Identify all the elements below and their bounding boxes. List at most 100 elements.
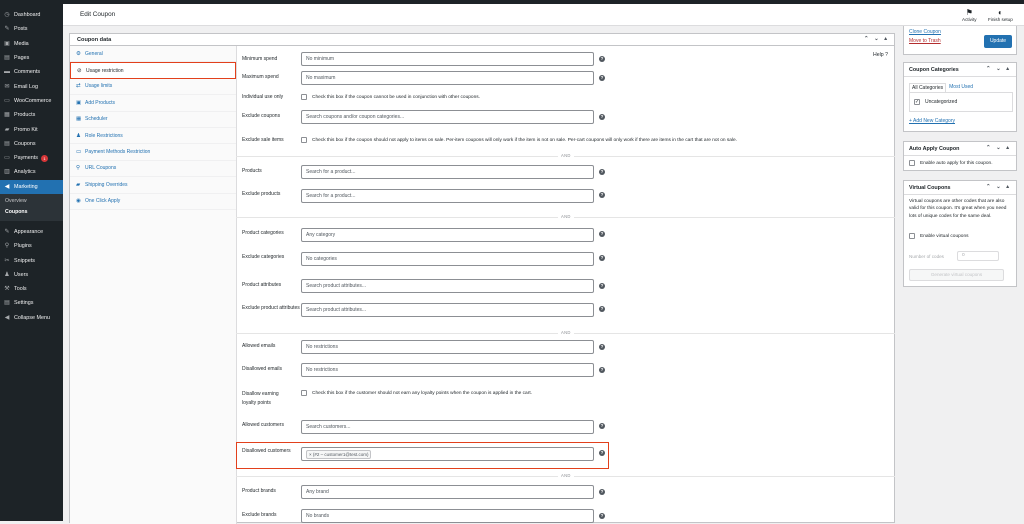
disallow-loyalty-label-2: loyalty points bbox=[242, 400, 271, 406]
sidebar-item-posts[interactable]: ✎ Posts bbox=[0, 22, 63, 36]
help-tip-icon[interactable]: ? bbox=[599, 114, 605, 120]
tab-usage-limits[interactable]: ⇄ Usage limits bbox=[70, 79, 236, 96]
sidebar-item-coupons[interactable]: ▤ Coupons bbox=[0, 137, 63, 151]
finish-setup-button[interactable]: ◐ Finish setup bbox=[988, 8, 1013, 22]
and-separator: AND bbox=[558, 153, 574, 158]
sidebar-item-pages[interactable]: ▤ Pages bbox=[0, 51, 63, 65]
exclude-products-input[interactable]: Search for a product... bbox=[301, 189, 594, 203]
help-tip-icon[interactable]: ? bbox=[599, 283, 605, 289]
generate-virtual-button[interactable]: Generate virtual coupons bbox=[909, 269, 1004, 281]
sidebar-item-plugins[interactable]: ⚲ Plugins bbox=[0, 239, 63, 253]
sidebar-item-marketing[interactable]: ◀ Marketing bbox=[0, 179, 63, 194]
clone-coupon-link[interactable]: Clone Coupon bbox=[909, 29, 941, 35]
and-separator: AND bbox=[558, 214, 574, 219]
sidebar-item-tools[interactable]: ⚒ Tools bbox=[0, 282, 63, 296]
number-of-codes-input[interactable]: 0 bbox=[957, 251, 999, 261]
category-checkbox[interactable]: ✓ bbox=[914, 99, 920, 105]
sidebar-item-users[interactable]: ♟ Users bbox=[0, 268, 63, 282]
sidebar-item-collapse-menu[interactable]: ◀ Collapse Menu bbox=[0, 311, 63, 325]
exclude-coupons-input[interactable]: Search coupons and/or coupon categories.… bbox=[301, 110, 594, 124]
sidebar-item-woocommerce[interactable]: ▭ WooCommerce bbox=[0, 94, 63, 108]
auto-apply-row: Enable auto apply for this coupon. bbox=[909, 160, 993, 166]
tab-scheduler[interactable]: ▦ Scheduler bbox=[70, 112, 236, 128]
tab-most-used[interactable]: Most Used bbox=[946, 83, 976, 92]
product-categories-input[interactable]: Any category bbox=[301, 228, 594, 242]
help-tip-icon[interactable]: ? bbox=[599, 450, 605, 456]
tab-url-coupons[interactable]: ⚲ URL Coupons bbox=[70, 161, 236, 178]
sidebar-item-label: Media bbox=[14, 40, 29, 47]
sidebar-item-products[interactable]: ▦ Products bbox=[0, 108, 63, 122]
box-arrows[interactable]: ⌃ ⌄ ▴ bbox=[986, 145, 1011, 151]
submenu-coupons[interactable]: Coupons bbox=[0, 207, 63, 218]
help-tip-icon[interactable]: ? bbox=[599, 192, 605, 198]
customer-chip[interactable]: × (#2 – customer1@test.com) bbox=[306, 450, 372, 459]
add-category-link[interactable]: + Add New Category bbox=[909, 118, 955, 124]
sidebar-item-dashboard[interactable]: ◷ Dashboard bbox=[0, 8, 63, 22]
move-to-trash-link[interactable]: Move to Trash bbox=[909, 38, 941, 44]
tab-payment-methods-restriction[interactable]: ▭ Payment Methods Restriction bbox=[70, 144, 236, 161]
disallowed-emails-input[interactable]: No restrictions bbox=[301, 363, 594, 377]
tab-label: Scheduler bbox=[85, 116, 108, 123]
sidebar-item-appearance[interactable]: ✎ Appearance bbox=[0, 225, 63, 239]
products-input[interactable]: Search for a product... bbox=[301, 165, 594, 179]
help-tip-icon[interactable]: ? bbox=[599, 423, 605, 429]
sidebar-item-promo-kit[interactable]: ▰ Promo Kit bbox=[0, 122, 63, 136]
help-tip-icon[interactable]: ? bbox=[599, 231, 605, 237]
tab-general[interactable]: ⚙ General bbox=[70, 46, 236, 63]
sidebar-item-analytics[interactable]: ▥ Analytics bbox=[0, 165, 63, 179]
tab-usage-restriction[interactable]: ⊘ Usage restriction bbox=[70, 62, 236, 79]
help-tip-icon[interactable]: ? bbox=[599, 255, 605, 261]
allowed-emails-input[interactable]: No restrictions bbox=[301, 340, 594, 354]
product-attributes-input[interactable]: Search product attributes... bbox=[301, 279, 594, 293]
individual-use-checkbox[interactable] bbox=[301, 94, 307, 100]
help-tip-icon[interactable]: ? bbox=[599, 75, 605, 81]
tab-add-products[interactable]: ▣ Add Products bbox=[70, 95, 236, 112]
exclude-attributes-input[interactable]: Search product attributes... bbox=[301, 303, 594, 317]
maximum-spend-input[interactable]: No maximum bbox=[301, 71, 594, 85]
enable-virtual-checkbox[interactable] bbox=[909, 233, 915, 239]
sidebar-item-settings[interactable]: ▤ Settings bbox=[0, 296, 63, 310]
update-button[interactable]: Update bbox=[984, 35, 1012, 48]
allowed-emails-label: Allowed emails bbox=[242, 343, 276, 349]
collapse-icon: ◀ bbox=[4, 314, 10, 321]
help-tip-icon[interactable]: ? bbox=[599, 367, 605, 373]
sidebar-item-label: Payments bbox=[14, 155, 38, 162]
help-tip-icon[interactable]: ? bbox=[599, 169, 605, 175]
box-arrows[interactable]: ⌃ ⌄ ▴ bbox=[986, 184, 1011, 190]
help-tip-icon[interactable]: ? bbox=[599, 513, 605, 519]
disallow-loyalty-checkbox[interactable] bbox=[301, 390, 307, 396]
finish-setup-label: Finish setup bbox=[988, 17, 1013, 22]
submenu-overview[interactable]: Overview bbox=[0, 196, 63, 207]
tab-icon: ▦ bbox=[76, 116, 82, 123]
help-tip-icon[interactable]: ? bbox=[599, 306, 605, 312]
box-arrows[interactable]: ⌃ ⌄ ▴ bbox=[986, 66, 1011, 72]
tab-one-click-apply[interactable]: ◉ One Click Apply bbox=[70, 194, 236, 210]
tab-role-restrictions[interactable]: ♟ Role Restrictions bbox=[70, 128, 236, 145]
sidebar-item-comments[interactable]: ▬ Comments bbox=[0, 65, 63, 79]
panel-arrows[interactable]: ⌃ ⌄ ▴ bbox=[864, 36, 889, 42]
help-link[interactable]: Help ? bbox=[873, 52, 888, 58]
minimum-spend-input[interactable]: No minimum bbox=[301, 52, 594, 66]
sidebar-item-snippets[interactable]: ✂ Snippets bbox=[0, 253, 63, 267]
exclude-categories-input[interactable]: No categories bbox=[301, 252, 594, 266]
virtual-coupons-description: Virtual coupons are other codes that are… bbox=[909, 199, 1007, 219]
exclude-sale-checkbox[interactable] bbox=[301, 137, 307, 143]
product-brands-input[interactable]: Any brand bbox=[301, 485, 594, 499]
help-tip-icon[interactable]: ? bbox=[599, 56, 605, 62]
tab-shipping-overrides[interactable]: ▰ Shipping Overrides bbox=[70, 177, 236, 194]
help-tip-icon[interactable]: ? bbox=[599, 344, 605, 350]
sidebar-item-payments[interactable]: ▭ Payments 1 bbox=[0, 151, 63, 165]
tab-label: Role Restrictions bbox=[85, 132, 123, 139]
disallowed-customers-input[interactable]: × (#2 – customer1@test.com) bbox=[301, 447, 594, 461]
page-title: Edit Coupon bbox=[80, 11, 116, 18]
sidebar-item-media[interactable]: ▣ Media bbox=[0, 37, 63, 51]
disallow-loyalty-label-1: Disallow earning bbox=[242, 391, 279, 397]
help-tip-icon[interactable]: ? bbox=[599, 489, 605, 495]
allowed-customers-input[interactable]: Search customers... bbox=[301, 420, 594, 434]
activity-button[interactable]: ⚑ Activity bbox=[962, 8, 977, 22]
coupon-data-title: Coupon data bbox=[77, 36, 112, 43]
tab-all-categories[interactable]: All Categories bbox=[909, 83, 947, 92]
sidebar-item-email-log[interactable]: ✉ Email Log bbox=[0, 79, 63, 93]
tab-icon: ▣ bbox=[76, 99, 82, 106]
auto-apply-checkbox[interactable] bbox=[909, 160, 915, 166]
